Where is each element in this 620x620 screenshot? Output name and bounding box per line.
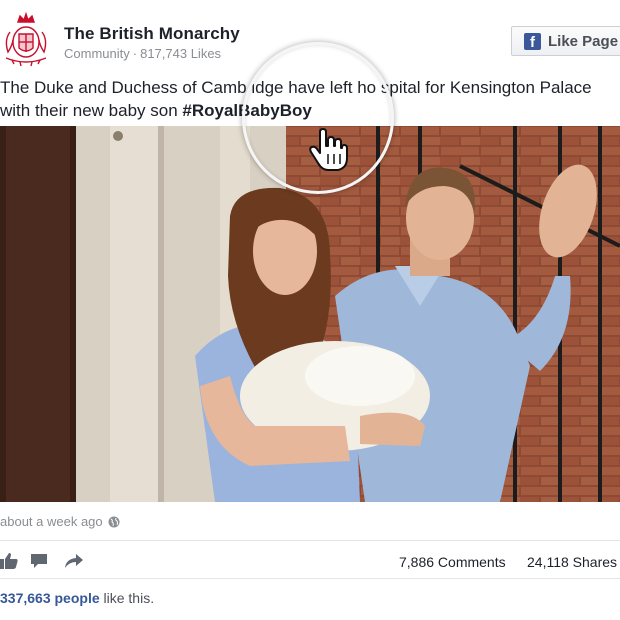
comments-count[interactable]: 7,886 Comments [399, 554, 506, 570]
post-message-text-2: idge have left ho [251, 78, 377, 97]
post-photo[interactable] [0, 126, 620, 502]
shares-count[interactable]: 24,118 Shares [527, 554, 617, 570]
like-page-button[interactable]: f Like Page [511, 26, 620, 56]
post-timestamp[interactable]: about a week ago [0, 514, 120, 529]
globe-icon [108, 516, 120, 527]
timestamp-text: about a week ago [0, 514, 103, 529]
facebook-icon: f [524, 32, 541, 50]
page-likes-count: 817,743 Likes [140, 46, 222, 61]
likes-summary: 337,663 people like this. [0, 590, 154, 606]
page-category: Community [64, 46, 130, 61]
hand-cursor-icon [309, 128, 348, 171]
royal-crest-icon[interactable] [0, 12, 52, 68]
comment-icon[interactable] [30, 552, 48, 570]
thumbs-up-icon[interactable] [0, 552, 18, 570]
meta-separator: · [132, 46, 138, 61]
like-page-label: Like Page [548, 32, 619, 50]
facebook-post: The British Monarchy Community · 817,743 L… [0, 0, 620, 620]
share-arrow-icon[interactable] [64, 552, 84, 570]
page-meta: Community · 817,743 Likes [64, 46, 221, 61]
likes-suffix: like this. [99, 590, 155, 606]
page-name[interactable]: The British Monarchy [64, 24, 240, 44]
post-message: The Duke and Duchess of Camb idge have l… [0, 76, 610, 122]
photo-illustration [0, 126, 620, 502]
action-bar: 7,886 Comments 24,118 Shares [0, 546, 620, 576]
divider [0, 578, 620, 579]
likes-count-link[interactable]: 337,663 people [0, 590, 100, 606]
hashtag-link[interactable]: #RoyalBabyBoy [182, 101, 311, 120]
post-message-text-1: The Duke and Duchess of Camb [0, 78, 247, 97]
divider [0, 540, 620, 541]
